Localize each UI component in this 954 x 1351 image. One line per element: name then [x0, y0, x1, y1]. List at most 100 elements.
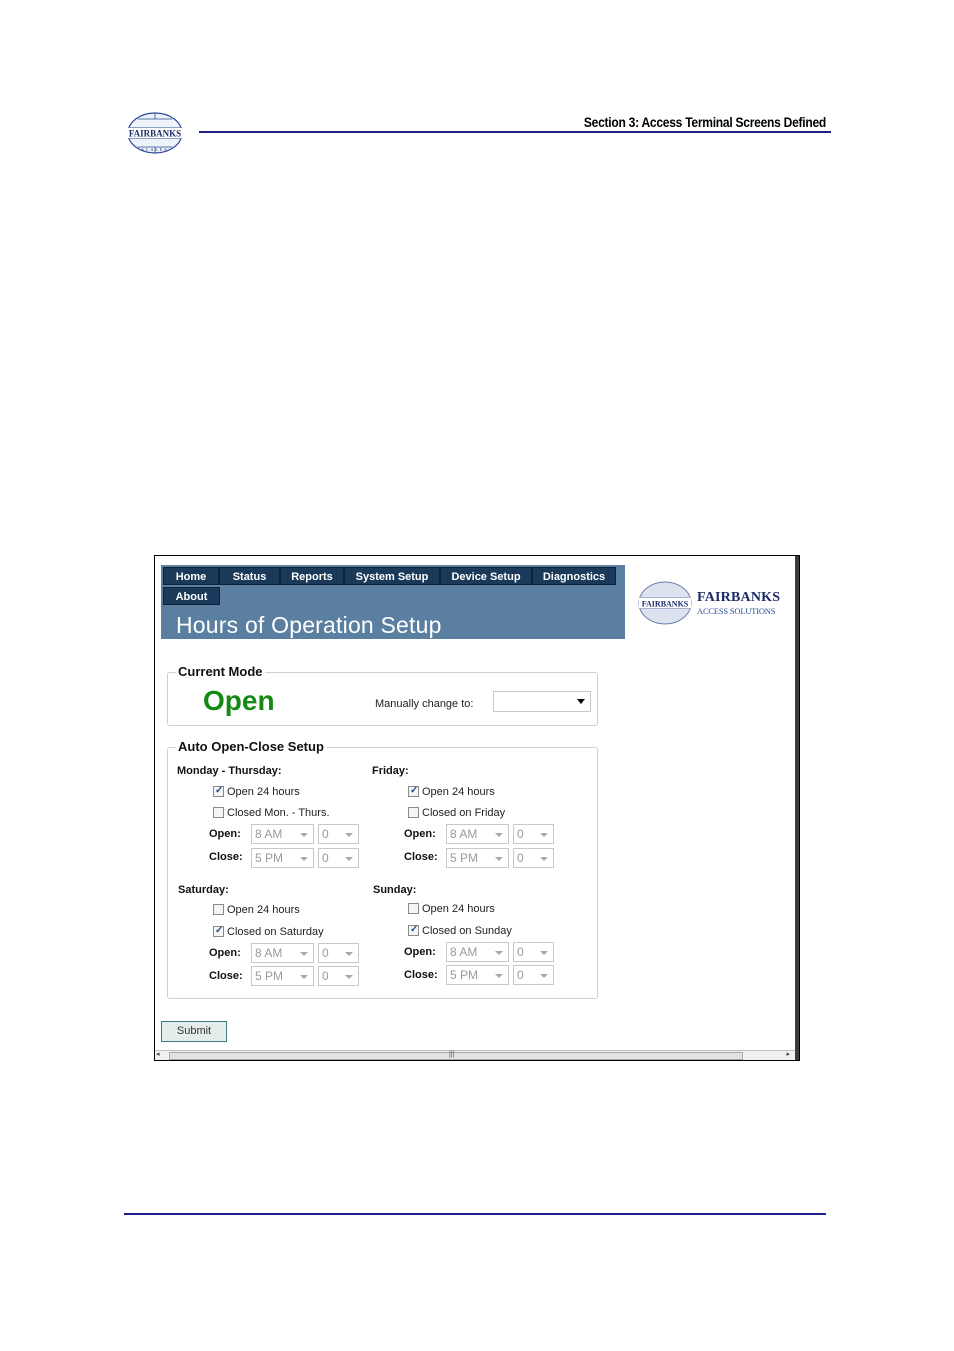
- sunday-open-hour-select[interactable]: 8 AM: [446, 942, 509, 962]
- footer-rule: [124, 1213, 826, 1215]
- scroll-right-arrow-icon[interactable]: ▸: [786, 1051, 790, 1059]
- mon-thu-open-min-select[interactable]: 0: [318, 824, 359, 844]
- sunday-open-min-value: 0: [517, 945, 524, 959]
- manual-change-select[interactable]: [493, 691, 591, 712]
- mon-thu-close-hour-select[interactable]: 5 PM: [251, 848, 314, 868]
- friday-close-hour-select[interactable]: 5 PM: [446, 848, 509, 868]
- sunday-close-label: Close:: [404, 969, 438, 981]
- mon-thu-open-min-value: 0: [322, 827, 329, 841]
- brand-logo-text: FAIRBANKS: [642, 600, 689, 609]
- saturday-open-label: Open:: [209, 947, 241, 959]
- friday-heading: Friday:: [372, 765, 409, 777]
- friday-open-hour-value: 8 AM: [450, 827, 478, 841]
- scrollbar-thumb[interactable]: [169, 1052, 743, 1060]
- sunday-open-label: Open:: [404, 946, 436, 958]
- nav-status[interactable]: Status: [219, 567, 280, 585]
- saturday-close-min-select[interactable]: 0: [318, 966, 359, 986]
- mon-thu-open-hour-select[interactable]: 8 AM: [251, 824, 314, 844]
- nav-system-setup[interactable]: System Setup: [344, 567, 440, 585]
- sunday-closed-row[interactable]: Closed on Sunday: [408, 923, 512, 938]
- sunday-open24-checkbox[interactable]: [408, 903, 419, 914]
- friday-closed-checkbox[interactable]: [408, 807, 419, 818]
- chevron-down-icon: [345, 833, 353, 837]
- mon-thu-heading: Monday - Thursday:: [177, 765, 282, 777]
- nav-about[interactable]: About: [163, 587, 220, 605]
- mon-thu-close-min-value: 0: [322, 851, 329, 865]
- saturday-open-hour-value: 8 AM: [255, 946, 283, 960]
- sunday-open-hour-value: 8 AM: [450, 945, 478, 959]
- chevron-down-icon: [300, 952, 308, 956]
- doc-logo-subtext: SCALES: [142, 147, 169, 152]
- sunday-open24-label: Open 24 hours: [422, 903, 495, 915]
- chevron-down-icon: [495, 857, 503, 861]
- saturday-close-hour-select[interactable]: 5 PM: [251, 966, 314, 986]
- nav-diagnostics[interactable]: Diagnostics: [532, 567, 616, 585]
- current-mode-value: Open: [203, 685, 275, 716]
- friday-closed-row[interactable]: Closed on Friday: [408, 806, 505, 820]
- friday-open-label: Open:: [404, 828, 436, 840]
- submit-button[interactable]: Submit: [161, 1021, 227, 1042]
- saturday-open-min-value: 0: [322, 946, 329, 960]
- saturday-open24-row[interactable]: Open 24 hours: [213, 903, 300, 917]
- saturday-open-min-select[interactable]: 0: [318, 943, 359, 963]
- sunday-close-min-value: 0: [517, 968, 524, 982]
- saturday-open-hour-select[interactable]: 8 AM: [251, 943, 314, 963]
- saturday-open24-label: Open 24 hours: [227, 904, 300, 916]
- horizontal-scrollbar[interactable]: ◂ ||| ▸: [155, 1050, 795, 1060]
- nav-home[interactable]: Home: [163, 567, 219, 585]
- mon-thu-closed-checkbox[interactable]: [213, 807, 224, 818]
- brand-tagline: ACCESS SOLUTIONS: [697, 606, 776, 616]
- mon-thu-closed-row[interactable]: Closed Mon. - Thurs.: [213, 806, 330, 820]
- saturday-close-label: Close:: [209, 970, 243, 982]
- sunday-close-min-select[interactable]: 0: [513, 965, 554, 985]
- friday-closed-label: Closed on Friday: [422, 807, 506, 819]
- mon-thu-open24-checkbox[interactable]: [213, 784, 224, 798]
- chevron-down-icon: [345, 975, 353, 979]
- chevron-down-icon: [300, 975, 308, 979]
- brand-logo: FAIRBANKS FAIRBANKS ACCESS SOLUTIONS: [637, 580, 781, 626]
- mon-thu-open-hour-value: 8 AM: [255, 827, 283, 841]
- friday-open24-row[interactable]: Open 24 hours: [408, 784, 495, 799]
- chevron-down-icon: [345, 952, 353, 956]
- scroll-left-arrow-icon[interactable]: ◂: [156, 1051, 160, 1059]
- chevron-down-icon: [495, 833, 503, 837]
- doc-logo-text: FAIRBANKS: [129, 129, 181, 139]
- saturday-closed-checkbox[interactable]: [213, 924, 224, 938]
- chevron-down-icon: [495, 974, 503, 978]
- chevron-down-icon: [345, 857, 353, 861]
- saturday-open24-checkbox[interactable]: [213, 904, 224, 915]
- sunday-open-min-select[interactable]: 0: [513, 942, 554, 962]
- fairbanks-logo: FAIRBANKS SCALES: [124, 111, 186, 155]
- chevron-down-icon: [540, 951, 548, 955]
- brand-name: FAIRBANKS: [697, 590, 781, 605]
- saturday-closed-row[interactable]: Closed on Saturday: [213, 924, 324, 939]
- sunday-closed-checkbox[interactable]: [408, 923, 419, 937]
- page-title: Hours of Operation Setup: [176, 612, 442, 638]
- header-rule: [199, 131, 831, 133]
- top-banner: Home Status Reports System Setup Device …: [161, 565, 625, 639]
- friday-open-hour-select[interactable]: 8 AM: [446, 824, 509, 844]
- chevron-down-icon: [577, 699, 585, 704]
- vertical-scrollbar-edge[interactable]: [795, 556, 799, 1060]
- friday-close-label: Close:: [404, 851, 438, 863]
- chevron-down-icon: [540, 974, 548, 978]
- mon-thu-close-label: Close:: [209, 851, 243, 863]
- friday-close-min-value: 0: [517, 851, 524, 865]
- mon-thu-close-min-select[interactable]: 0: [318, 848, 359, 868]
- friday-close-min-select[interactable]: 0: [513, 848, 554, 868]
- mon-thu-open24-label: Open 24 hours: [227, 786, 300, 798]
- friday-open24-checkbox[interactable]: [408, 784, 419, 798]
- saturday-heading: Saturday:: [178, 884, 229, 896]
- nav-reports[interactable]: Reports: [280, 567, 344, 585]
- friday-open-min-value: 0: [517, 827, 524, 841]
- friday-open-min-select[interactable]: 0: [513, 824, 554, 844]
- sunday-open24-row[interactable]: Open 24 hours: [408, 902, 495, 916]
- current-mode-legend: Current Mode: [176, 664, 265, 679]
- nav-device-setup[interactable]: Device Setup: [440, 567, 532, 585]
- sunday-close-hour-select[interactable]: 5 PM: [446, 965, 509, 985]
- chevron-down-icon: [540, 833, 548, 837]
- mon-thu-open24-row[interactable]: Open 24 hours: [213, 784, 300, 799]
- sunday-heading: Sunday:: [373, 884, 417, 896]
- sunday-closed-label: Closed on Sunday: [422, 925, 512, 937]
- screenshot-frame: Home Status Reports System Setup Device …: [154, 555, 800, 1061]
